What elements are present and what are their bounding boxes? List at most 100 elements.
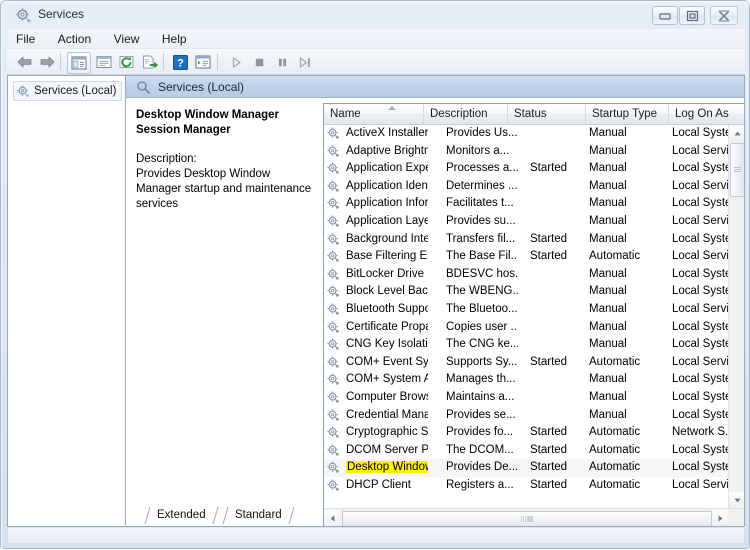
service-gear-icon — [327, 391, 340, 404]
cell-startup-type: Manual — [589, 179, 627, 192]
cell-startup-type: Automatic — [589, 478, 641, 491]
cell-log-on-as: Local Syste... — [672, 127, 728, 139]
sidebar-item-services-local[interactable]: Services (Local) — [13, 81, 123, 101]
cell-status: Started — [530, 461, 568, 474]
menu-action[interactable]: Action — [49, 29, 100, 48]
cell-log-on-as: Local Service — [672, 250, 728, 263]
maximize-restore-button[interactable] — [679, 6, 705, 25]
mmc-view-tabs: Extended Standard — [120, 506, 745, 525]
column-header-name[interactable]: Name — [324, 104, 424, 124]
minimize-button[interactable] — [652, 6, 678, 25]
table-row[interactable]: Application Layer ... Provides su... Manua… — [324, 213, 728, 231]
stop-service-button[interactable] — [248, 52, 270, 72]
minimize-icon — [653, 7, 677, 24]
table-row[interactable]: ActiveX Installer (... Provides Us... Manu… — [324, 125, 728, 143]
table-row[interactable]: Computer Browser Maintains a... Manual Loca… — [324, 389, 728, 407]
chevron-down-icon — [733, 498, 741, 502]
properties-button[interactable] — [93, 52, 115, 72]
table-row[interactable]: Adaptive Brightness Monitors a... Manual Lo… — [324, 143, 728, 161]
cell-log-on-as: Local Service — [672, 355, 728, 368]
result-pane-title: Services (Local) — [158, 79, 245, 94]
table-row[interactable]: Base Filtering Engi... The Base Fil... Sta… — [324, 248, 728, 266]
cell-startup-type: Manual — [589, 144, 627, 157]
column-header-description[interactable]: Description — [424, 104, 508, 124]
cell-service-name: DCOM Server Pro... — [346, 443, 428, 456]
table-row[interactable]: Certificate Propag... Copies user ... Manu… — [324, 319, 728, 337]
table-row[interactable]: Application Identity Determines ... Manual… — [324, 178, 728, 196]
vertical-scroll-thumb[interactable] — [730, 143, 744, 197]
cell-status — [530, 143, 586, 161]
tab-standard[interactable]: Standard — [223, 506, 292, 524]
tab-extended-label: Extended — [157, 509, 206, 521]
cell-service-name: Credential Manager — [346, 408, 428, 421]
table-row[interactable]: BitLocker Drive En... BDESVC hos... Manual… — [324, 266, 728, 284]
cell-log-on-as: Local Servic... — [672, 478, 728, 491]
cell-log-on-as: Local Service — [672, 144, 728, 157]
table-row[interactable]: DHCP Client Registers a... Started Automati… — [324, 477, 728, 495]
table-row[interactable]: Application Infor... Facilitates t... Manu… — [324, 195, 728, 213]
column-header-startup-type[interactable]: Startup Type — [586, 104, 669, 124]
description-text: Provides Desktop Window Manager startup … — [136, 168, 312, 210]
service-gear-icon — [327, 479, 340, 492]
cell-service-name: Application Identity — [346, 179, 428, 192]
services-gear-icon — [16, 8, 31, 23]
table-row[interactable]: Block Level Backu... The WBENG... Manual Lo… — [324, 283, 728, 301]
table-row[interactable]: COM+ System Ap... Manages th... Manual Loca… — [324, 371, 728, 389]
cell-startup-type: Automatic — [589, 443, 641, 456]
cell-log-on-as: Local Syste... — [672, 320, 728, 333]
cell-status — [530, 283, 586, 301]
cell-status: Started — [530, 478, 568, 491]
tab-standard-label: Standard — [235, 509, 282, 521]
table-row[interactable]: DCOM Server Pro... The DCOM... Started Auto… — [324, 442, 728, 460]
back-button[interactable] — [13, 52, 35, 72]
refresh-button[interactable] — [116, 52, 138, 72]
cell-status: Started — [530, 426, 568, 439]
table-row[interactable]: COM+ Event Syst... Supports Sy... Started A… — [324, 354, 728, 372]
close-button[interactable] — [710, 6, 738, 25]
table-row[interactable]: Desktop Window ... Provides De... Started A… — [324, 459, 728, 477]
cell-service-name: Block Level Backu... — [346, 285, 428, 298]
table-row[interactable]: Credential Manager Provides se... Manual Lo… — [324, 407, 728, 425]
cell-description: Provides se... — [446, 408, 516, 421]
help-button[interactable]: ? — [169, 52, 191, 72]
toolbar-separator-1 — [60, 53, 61, 70]
table-row[interactable]: Bluetooth Support... The Bluetoo... Manual… — [324, 301, 728, 319]
export-list-icon — [143, 55, 158, 69]
svg-text:?: ? — [177, 57, 184, 69]
cell-startup-type: Manual — [589, 373, 627, 386]
pause-service-button[interactable] — [271, 52, 293, 72]
cell-log-on-as: Local Syste... — [672, 390, 728, 403]
cell-startup-type: Manual — [589, 267, 627, 280]
restart-service-button[interactable] — [294, 52, 316, 72]
cell-description: The WBENG... — [446, 285, 518, 298]
menu-file[interactable]: File — [7, 29, 44, 48]
cell-startup-type: Automatic — [589, 355, 641, 368]
cell-log-on-as: Local Syste... — [672, 443, 728, 456]
menu-view[interactable]: View — [105, 29, 149, 48]
table-row[interactable]: Application Experi... Processes a... Start… — [324, 160, 728, 178]
service-gear-icon — [327, 197, 340, 210]
table-row[interactable]: CNG Key Isolation The CNG ke... Manual Loca… — [324, 336, 728, 354]
show-hide-console-tree-button[interactable] — [67, 52, 91, 74]
export-list-button[interactable] — [139, 52, 161, 72]
console-tree-pane: Services (Local) — [8, 76, 126, 526]
tab-extended[interactable]: Extended — [145, 506, 216, 524]
start-service-button[interactable] — [225, 52, 247, 72]
service-gear-icon — [327, 461, 340, 474]
show-action-pane-button[interactable] — [192, 52, 214, 72]
cell-status — [530, 213, 586, 231]
table-row[interactable]: Cryptographic Ser... Provides fo... Starte… — [324, 424, 728, 442]
service-gear-icon — [327, 215, 340, 228]
service-gear-icon — [327, 268, 340, 281]
service-gear-icon — [327, 127, 340, 140]
table-row[interactable]: Background Intelli... Transfers fil... Sta… — [324, 231, 728, 249]
scroll-up-button[interactable] — [729, 125, 744, 141]
column-header-status[interactable]: Status — [508, 104, 586, 124]
cell-status: Started — [530, 443, 568, 456]
menu-help[interactable]: Help — [153, 29, 196, 48]
cell-startup-type: Manual — [589, 338, 627, 351]
cell-status — [530, 195, 586, 213]
column-header-log-on-as[interactable]: Log On As — [669, 104, 744, 124]
forward-button[interactable] — [36, 52, 58, 72]
list-vertical-scrollbar[interactable] — [728, 125, 744, 508]
